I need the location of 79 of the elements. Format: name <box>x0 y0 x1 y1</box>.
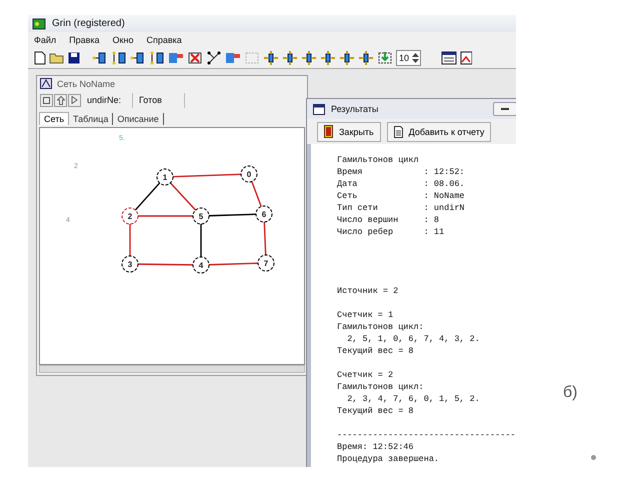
spin-arrows-icon[interactable] <box>411 51 420 65</box>
play-icon <box>71 96 78 104</box>
square-icon <box>43 96 50 104</box>
results-window-icon <box>313 104 325 114</box>
graph-node: 0 <box>240 166 258 182</box>
graph-node: 2 <box>122 208 138 224</box>
open-folder-icon[interactable] <box>49 52 65 64</box>
result-line: Текущий вес = 8 <box>337 345 415 357</box>
node-tool-icon[interactable] <box>92 51 108 65</box>
down-tool-icon[interactable] <box>377 51 393 65</box>
graph-node: 5 <box>192 208 210 224</box>
menu-item[interactable]: Окно <box>112 35 134 45</box>
graph-node: 3 <box>122 256 138 272</box>
up-arrow-icon <box>56 96 64 104</box>
app-icon <box>32 18 46 30</box>
result-line: Гамильтонов цикл: <box>337 381 425 393</box>
menu-item[interactable]: Файл <box>34 35 56 45</box>
slide-caption: б) <box>563 384 578 402</box>
chart-icon[interactable] <box>460 51 472 65</box>
result-line: Процедура завершена. <box>337 453 440 465</box>
status-panel: Готов <box>134 92 185 108</box>
table-tool-icon[interactable] <box>225 51 241 65</box>
toolbar-button[interactable]: Закрыть <box>317 122 381 142</box>
menu-item[interactable]: Правка <box>69 35 100 45</box>
result-line: Время: 12:52:46 <box>337 441 415 453</box>
up-button[interactable] <box>54 94 67 106</box>
status-panel: undirNe: <box>82 92 133 108</box>
delete-tool-icon[interactable] <box>187 51 203 65</box>
result-line: Число вершин : 8 <box>337 214 440 226</box>
result-line: Число ребер : 11 <box>337 226 446 238</box>
spin-field[interactable]: 10 <box>396 50 422 66</box>
graph-node: 1 <box>156 168 174 186</box>
result-line: Гамильтонов цикл <box>337 154 420 166</box>
graph-node: 6 <box>256 206 272 222</box>
result-line: Источник = 2 <box>337 285 400 297</box>
graph-window-title: Сеть NoName <box>57 78 116 88</box>
result-line: ----------------------------------- <box>337 429 516 441</box>
report-icon[interactable] <box>441 51 458 65</box>
result-line: Текущий вес = 8 <box>337 405 415 417</box>
play-button[interactable] <box>68 94 81 106</box>
graph-node: 4 <box>192 256 210 274</box>
results-window-title: Результаты <box>331 104 378 114</box>
result-line: 2, 3, 4, 7, 6, 0, 1, 5, 2. <box>346 393 481 405</box>
move-tool-icon[interactable] <box>282 51 298 65</box>
toolbar-button[interactable]: Добавить к отчету <box>386 122 492 142</box>
link-tool-icon[interactable] <box>149 51 165 65</box>
result-line: Тип сети : undirN <box>337 202 466 214</box>
node-tool-icon[interactable] <box>130 51 146 65</box>
horizontal-scrollbar[interactable] <box>39 365 305 373</box>
result-line: Время : 12:52: <box>337 166 466 178</box>
table-tool-icon[interactable] <box>168 51 184 65</box>
window-title: Grin (registered) <box>52 18 125 29</box>
link-tool-icon[interactable] <box>111 51 127 65</box>
tab[interactable]: Таблица <box>69 113 114 125</box>
result-line: Счетчик = 1 <box>337 309 394 321</box>
move-tool-icon[interactable] <box>320 51 336 65</box>
result-line: Дата : 08.06. <box>337 178 466 190</box>
save-icon[interactable] <box>68 52 80 64</box>
document-icon <box>394 126 403 138</box>
menu-item[interactable]: Справка <box>146 35 182 45</box>
door-icon <box>324 125 333 138</box>
new-file-icon[interactable] <box>34 51 46 65</box>
minimize-button[interactable] <box>493 102 516 116</box>
result-line: Сеть : NoName <box>337 190 466 202</box>
tab[interactable]: Сеть <box>39 112 70 125</box>
move-tool-icon[interactable] <box>263 51 279 65</box>
graph-node: 7 <box>258 254 274 272</box>
move-tool-icon[interactable] <box>339 51 355 65</box>
result-line: Гамильтонов цикл: <box>337 321 425 333</box>
tab[interactable]: Описание <box>113 113 164 125</box>
move-tool-icon[interactable] <box>301 51 317 65</box>
dot-icon <box>591 455 596 460</box>
stop-button[interactable] <box>40 94 53 106</box>
minimize-icon <box>501 108 509 110</box>
graph-window-icon <box>40 78 52 89</box>
move-tool-icon[interactable] <box>358 51 374 65</box>
graph-tool-icon[interactable] <box>206 51 222 65</box>
result-line: 2, 5, 1, 0, 6, 7, 4, 3, 2. <box>346 333 481 345</box>
result-line: Счетчик = 2 <box>337 369 394 381</box>
